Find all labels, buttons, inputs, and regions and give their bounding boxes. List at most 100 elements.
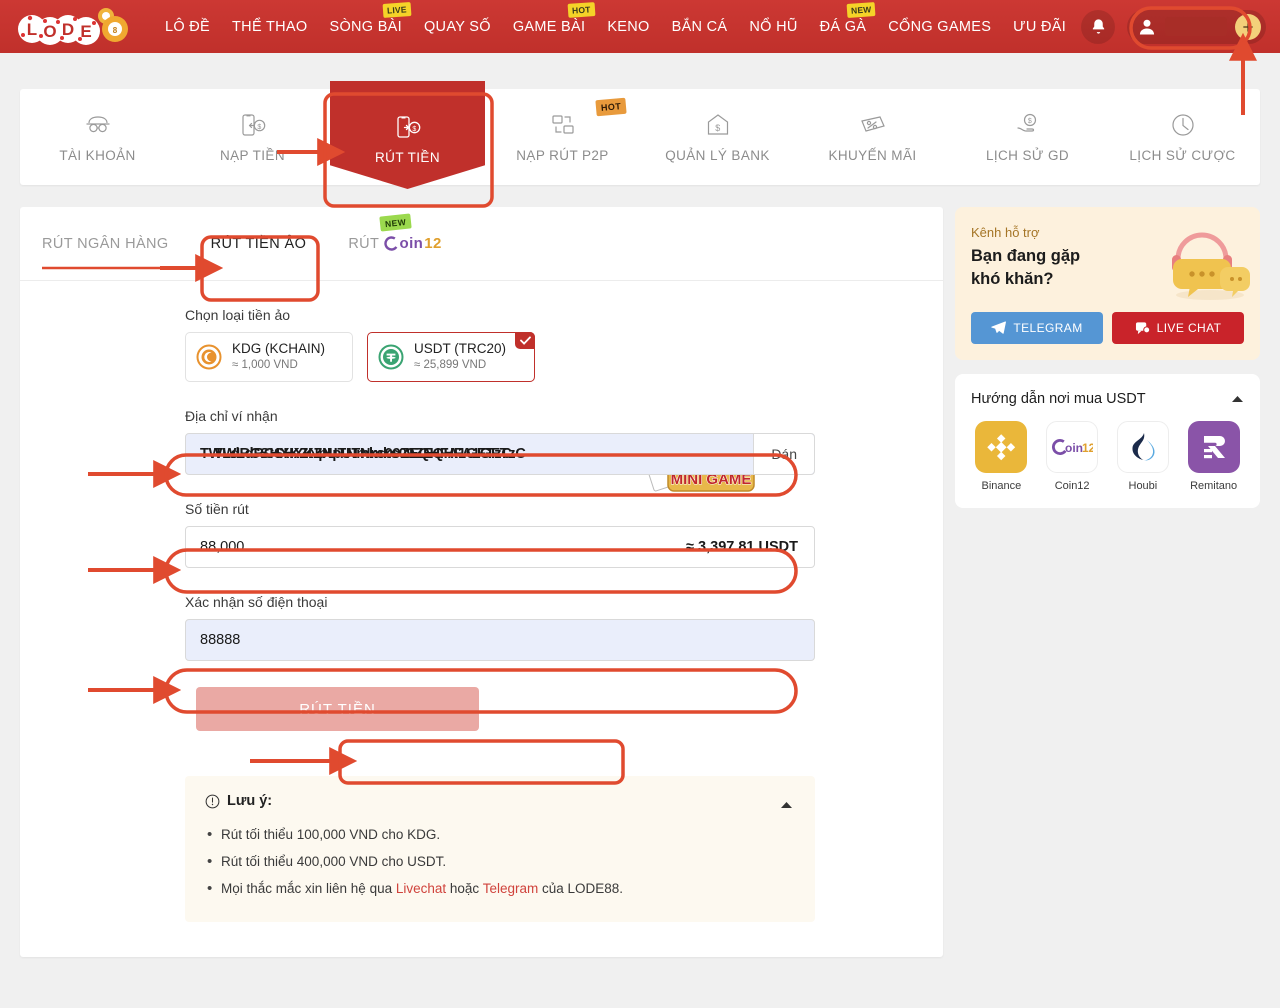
subtab-label-rut: RÚT (348, 236, 379, 252)
tab-label: TÀI KHOẢN (59, 148, 135, 163)
exchange-binance[interactable]: Binance (971, 421, 1032, 492)
nav-label: CỔNG GAMES (888, 19, 991, 35)
tab-tai-khoan[interactable]: TÀI KHOẢN (20, 89, 175, 185)
tab-quan-ly-bank[interactable]: $ QUẢN LÝ BANK (640, 89, 795, 185)
nav-item-10[interactable]: ƯU ĐÃI (1002, 13, 1077, 41)
svg-text:$: $ (1027, 118, 1031, 125)
nav-item-7[interactable]: NỔ HŨ (738, 13, 808, 41)
crypto-option-text: USDT (TRC20) ≈ 25,899 VND (414, 341, 506, 373)
wallet-address-text-overlay: TWLdRCSHXKZNpUTNmks09ZEQHFA1GFTzC (214, 444, 526, 464)
subtab-label: RÚT TIỀN ẢO (211, 236, 307, 252)
warning-circle-icon (205, 794, 220, 809)
exchange-coin12[interactable]: oin 12 Coin12 (1042, 421, 1103, 492)
site-logo[interactable]: L O D E 8 (14, 4, 132, 50)
amount-field[interactable]: 88,000 ≈ 3,397.81 USDT (185, 526, 815, 568)
svg-text:$: $ (715, 123, 720, 133)
nav-item-8[interactable]: NEW ĐÁ GÀ (809, 13, 878, 41)
notes-title: Lưu ý: (205, 793, 795, 809)
header-right-actions (1081, 10, 1266, 44)
bell-icon (1090, 18, 1107, 35)
svg-text:$: $ (257, 124, 261, 131)
usdt-guide-collapse-button[interactable] (1231, 391, 1244, 407)
wallet-address-field[interactable]: TWLdRCSHXKZNpUTNmks09ZEQHFA1GFTzC TWLdRC… (185, 433, 815, 475)
subtab-badge-new: NEW (380, 213, 412, 231)
tab-lich-su-cuoc[interactable]: LỊCH SỬ CƯỢC (1105, 89, 1260, 185)
telegram-link[interactable]: Telegram (483, 881, 539, 896)
tab-rut-tien[interactable]: $ RÚT TIỀN (330, 81, 485, 189)
subtab-rut-ngan-hang[interactable]: RÚT NGÂN HÀNG (42, 236, 169, 252)
livechat-icon (1135, 321, 1150, 335)
svg-text:E: E (80, 22, 91, 41)
withdraw-subtabs: RÚT NGÂN HÀNG RÚT TIỀN ẢO NEW RÚT oin12 (20, 207, 943, 281)
right-sidebar: Kênh hỗ trợ Bạn đang gặp khó khăn? (955, 207, 1260, 508)
nav-item-5[interactable]: KENO (596, 13, 660, 41)
usdt-guide-title: Hướng dẫn nơi mua USDT (971, 391, 1146, 407)
subtab-rut-tien-ao[interactable]: RÚT TIỀN ẢO (211, 236, 307, 252)
svg-text:8: 8 (113, 26, 118, 35)
bet-history-clock-icon (1170, 111, 1196, 139)
tab-label: NẠP TIỀN (220, 148, 285, 163)
notifications-button[interactable] (1081, 10, 1115, 44)
transaction-history-icon: $ (1014, 111, 1042, 139)
svg-text:O: O (43, 22, 56, 41)
headset-chat-icon (1162, 223, 1254, 303)
exchange-name: Coin12 (1042, 480, 1103, 492)
note-text-post: của LODE88. (538, 881, 623, 896)
tab-lich-su-gd[interactable]: $ LỊCH SỬ GD (950, 89, 1105, 185)
wallet-address-label: Địa chỉ ví nhận (185, 408, 943, 424)
deposit-plus-button[interactable] (1235, 14, 1261, 40)
paste-button[interactable]: Dán (753, 434, 814, 474)
paste-label: Dán (771, 446, 797, 462)
nav-item-9[interactable]: CỔNG GAMES (877, 13, 1002, 41)
subtab-rut-coin12[interactable]: NEW RÚT oin12 (348, 235, 441, 252)
exchange-name: Houbi (1113, 480, 1174, 492)
crypto-option-usdt[interactable]: USDT (TRC20) ≈ 25,899 VND (367, 332, 535, 382)
submit-row: RÚT TIỀN (20, 687, 943, 731)
nav-item-2[interactable]: LIVE SÒNG BÀI (318, 13, 413, 41)
notes-card: Lưu ý: Rút tối thiểu 100,000 VND cho KDG… (185, 776, 815, 922)
tab-label: QUẢN LÝ BANK (665, 148, 770, 163)
user-balance-widget[interactable] (1127, 10, 1266, 44)
livechat-button[interactable]: LIVE CHAT (1112, 312, 1244, 344)
nav-item-3[interactable]: QUAY SỐ (413, 13, 502, 41)
kdg-coin-icon (196, 344, 222, 370)
tab-label: RÚT TIỀN (375, 150, 440, 165)
check-icon (520, 336, 531, 345)
note-text: Mọi thắc mắc xin liên hệ qua (221, 881, 396, 896)
nav-item-0[interactable]: LÔ ĐỀ (154, 13, 221, 41)
username-redacted (1165, 17, 1227, 36)
support-buttons: TELEGRAM LIVE CHAT (971, 312, 1244, 344)
telegram-label: TELEGRAM (1013, 321, 1082, 335)
account-tabstrip: TÀI KHOẢN $ NẠP TIỀN $ (20, 89, 1260, 185)
exchange-houbi[interactable]: Houbi (1113, 421, 1174, 492)
crypto-rate: ≈ 1,000 VND (232, 358, 325, 373)
exchange-remitano[interactable]: Remitano (1183, 421, 1244, 492)
crypto-option-kdg[interactable]: KDG (KCHAIN) ≈ 1,000 VND (185, 332, 353, 382)
tab-label: LỊCH SỬ GD (986, 148, 1069, 163)
chevron-up-icon (1231, 395, 1244, 403)
svg-text:$: $ (412, 126, 416, 133)
tab-khuyen-mai[interactable]: KHUYẾN MÃI (795, 89, 950, 185)
nav-label: KENO (607, 19, 649, 35)
nav-badge-new: NEW (846, 2, 875, 17)
usdt-guide-header: Hướng dẫn nơi mua USDT (971, 391, 1244, 407)
nav-label: QUAY SỐ (424, 19, 491, 35)
amount-label: Số tiền rút (185, 501, 943, 517)
wallet-address-value: TWLdRCSHXKZNpUTNmks09ZEQHFA1GFTzC TWLdRC… (200, 444, 753, 464)
notes-collapse-button[interactable] (780, 796, 793, 814)
deposit-phone-icon: $ (239, 111, 267, 139)
withdraw-submit-button[interactable]: RÚT TIỀN (196, 687, 479, 731)
tab-nap-tien[interactable]: $ NẠP TIỀN (175, 89, 330, 185)
houbi-icon (1117, 421, 1169, 473)
tab-nap-rut-p2p[interactable]: HOT NẠP RÚT P2P (485, 89, 640, 185)
nav-item-1[interactable]: THỂ THAO (221, 13, 318, 41)
withdraw-panel: RÚT NGÂN HÀNG RÚT TIỀN ẢO NEW RÚT oin12 (20, 207, 943, 957)
user-avatar-icon (1137, 17, 1157, 37)
nav-item-4[interactable]: HOT GAME BÀI (502, 13, 597, 41)
nav-item-6[interactable]: BẮN CÁ (661, 13, 739, 41)
telegram-button[interactable]: TELEGRAM (971, 312, 1103, 344)
notes-title-label: Lưu ý: (227, 793, 272, 809)
phone-field[interactable]: 88888 (185, 619, 815, 661)
crypto-type-label: Chọn loại tiền ảo (185, 307, 943, 323)
livechat-link[interactable]: Livechat (396, 881, 446, 896)
